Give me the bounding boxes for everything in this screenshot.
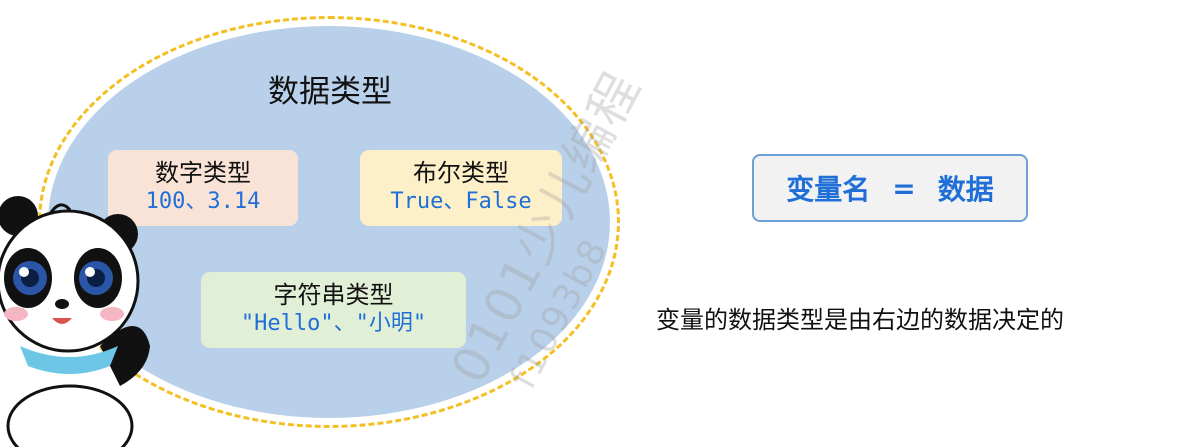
number-type-label: 数字类型 bbox=[155, 159, 251, 187]
variable-equation-card: 变量名 = 数据 bbox=[752, 154, 1028, 222]
boolean-type-label: 布尔类型 bbox=[413, 159, 509, 187]
boolean-type-example: True、False bbox=[390, 189, 532, 214]
diagram-title: 数据类型 bbox=[268, 74, 392, 110]
string-type-box: 字符串类型 "Hello"、"小明" bbox=[201, 272, 466, 348]
variable-name-label: 变量名 bbox=[786, 173, 871, 206]
string-type-label: 字符串类型 bbox=[273, 281, 394, 309]
explanation-note: 变量的数据类型是由右边的数据决定的 bbox=[656, 306, 1064, 334]
equals-sign: = bbox=[892, 171, 916, 205]
panda-mascot-icon bbox=[0, 196, 150, 447]
string-type-example: "Hello"、"小明" bbox=[240, 311, 427, 336]
boolean-type-box: 布尔类型 True、False bbox=[360, 150, 562, 226]
data-label: 数据 bbox=[937, 173, 994, 206]
